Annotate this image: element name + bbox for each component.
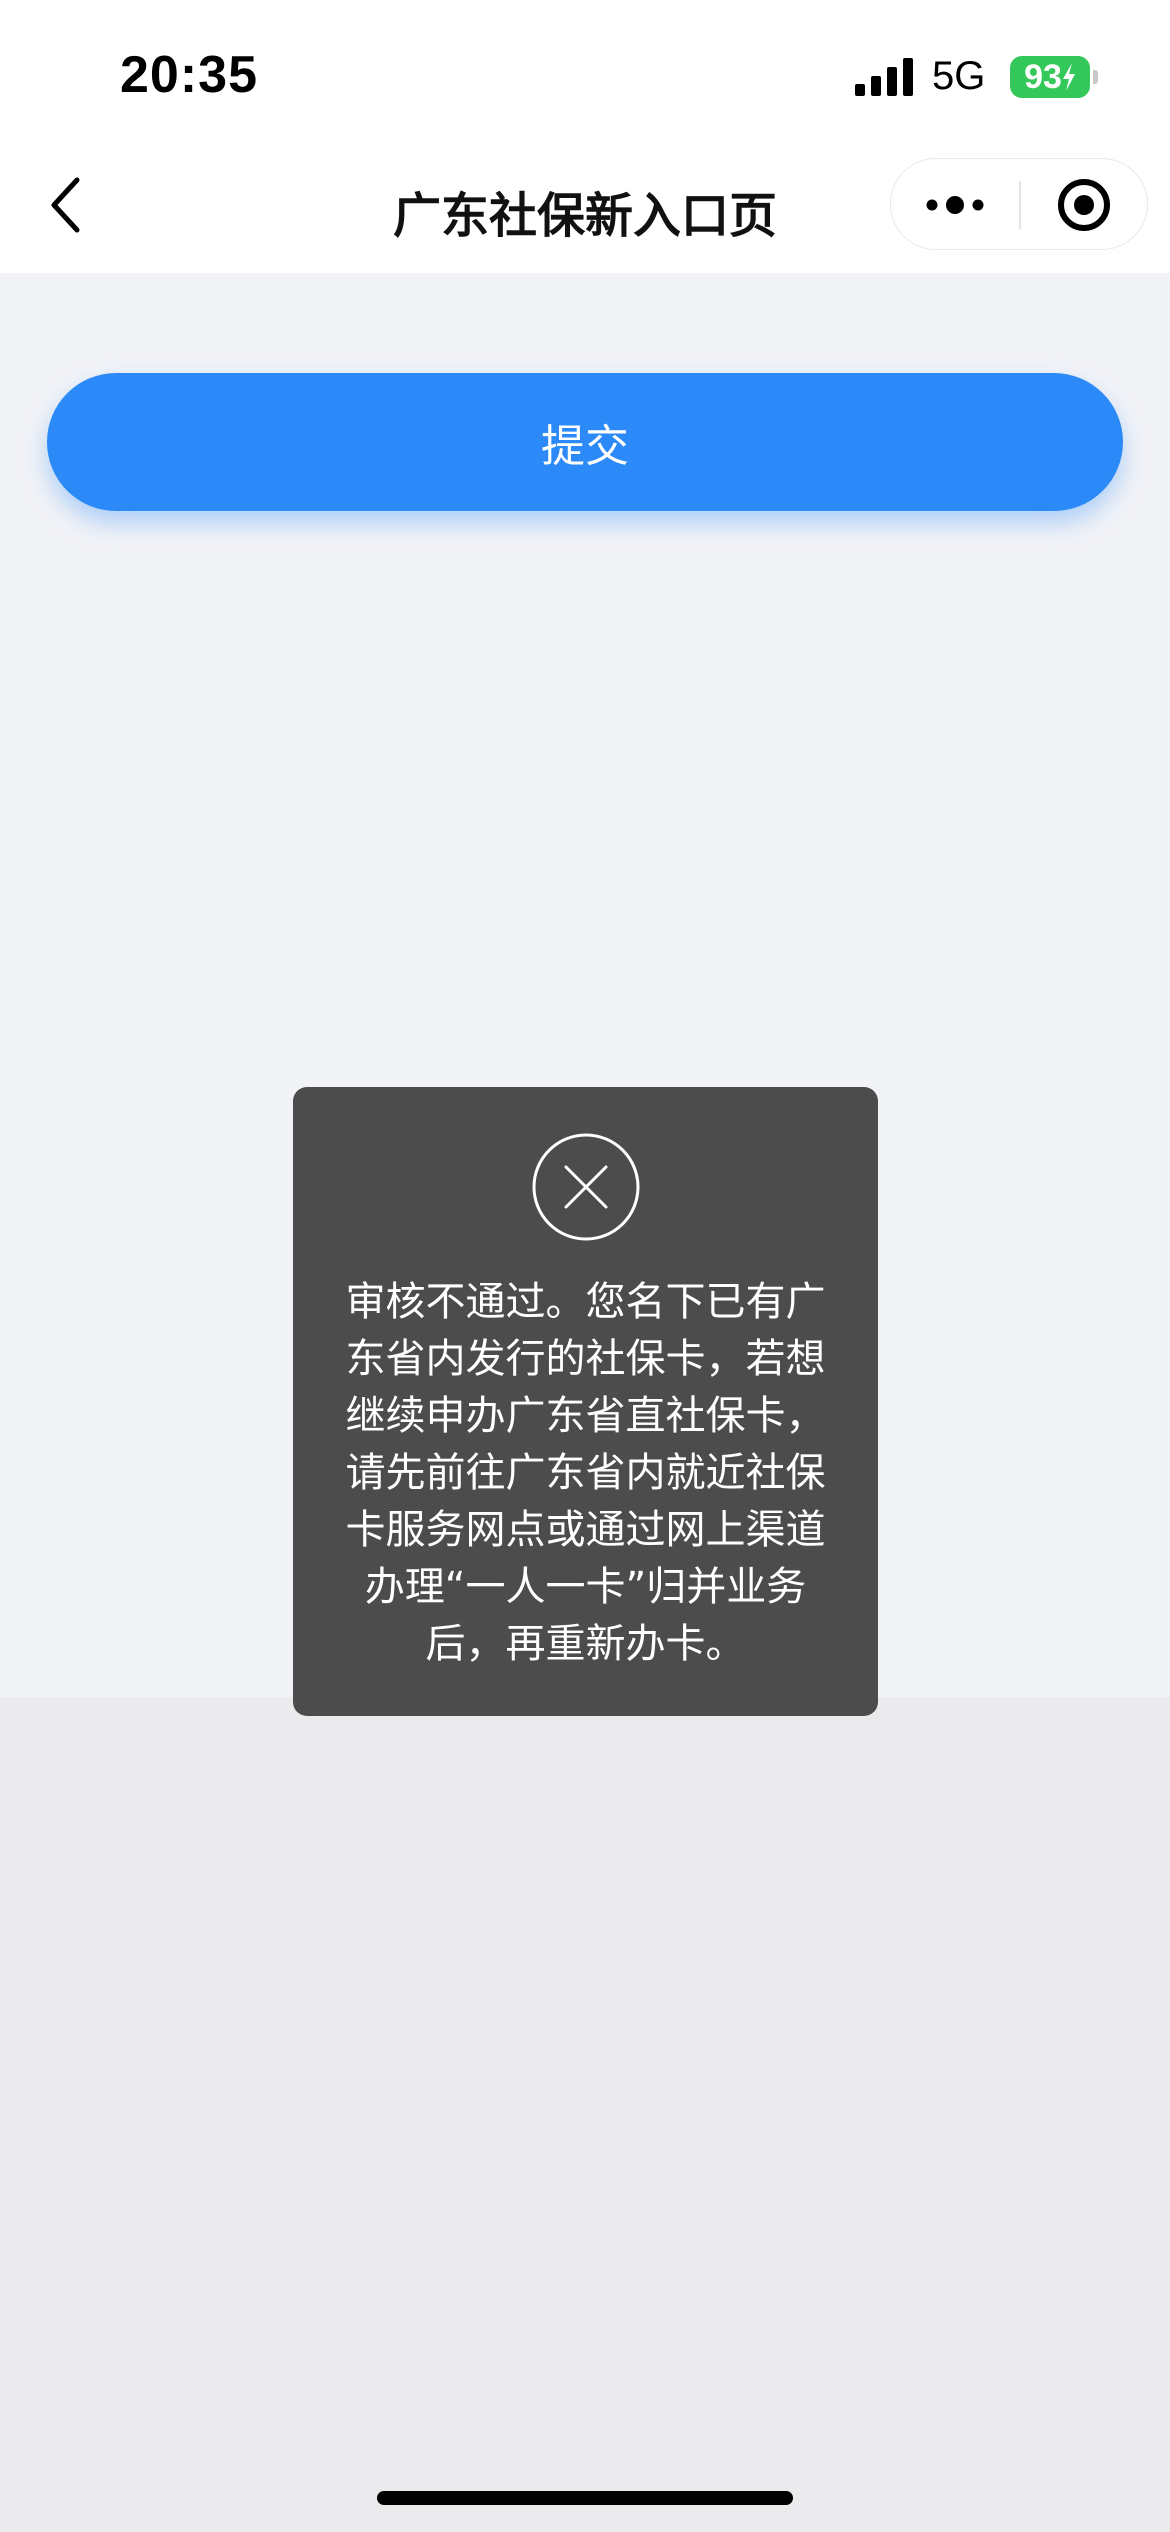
- battery-icon: 93: [1010, 56, 1090, 98]
- home-indicator: [377, 2491, 793, 2505]
- close-circle-icon: [532, 1133, 640, 1241]
- back-button[interactable]: [36, 170, 96, 240]
- status-bar: 20:35 5G 93: [0, 0, 1170, 140]
- page-title: 广东社保新入口页: [392, 188, 777, 244]
- target-close-icon: [1058, 179, 1110, 231]
- status-time: 20:35: [120, 46, 258, 104]
- submit-button[interactable]: 提交: [47, 373, 1123, 511]
- more-dots-icon: [926, 196, 984, 214]
- mini-program-capsule: [890, 158, 1148, 250]
- chevron-left-icon: [51, 177, 80, 233]
- navigation-bar: 广东社保新入口页: [0, 140, 1170, 273]
- battery-cap: [1093, 70, 1098, 84]
- battery-level: 93: [1024, 57, 1062, 96]
- more-button[interactable]: [891, 159, 1019, 251]
- network-type-label: 5G: [932, 54, 986, 98]
- toast-message: 审核不通过。您名下已有广东省内发行的社保卡，若想继续申办广东省直社保卡，请先前往…: [345, 1279, 826, 1667]
- cellular-signal-icon: [855, 58, 913, 96]
- close-mini-program-button[interactable]: [1021, 159, 1147, 251]
- error-toast: 审核不通过。您名下已有广东省内发行的社保卡，若想继续申办广东省直社保卡，请先前往…: [293, 1087, 878, 1716]
- charging-bolt-icon: [1062, 63, 1075, 91]
